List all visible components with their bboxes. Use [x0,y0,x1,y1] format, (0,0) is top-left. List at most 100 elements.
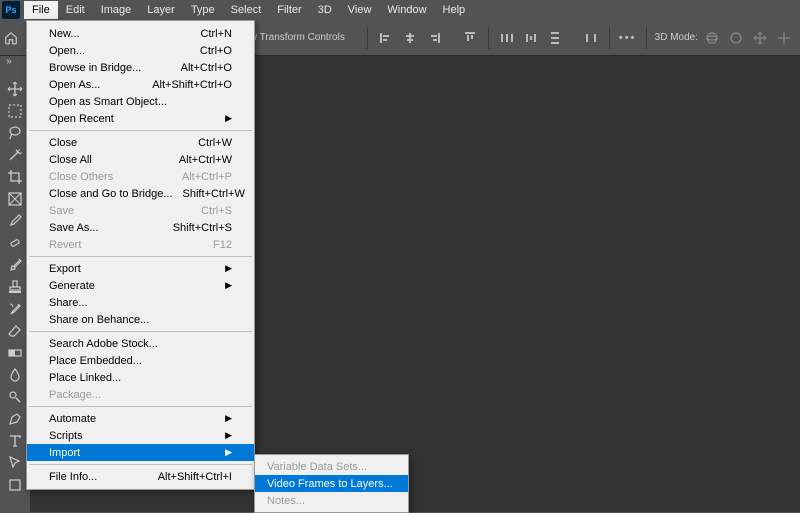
separator [29,464,252,465]
heal-tool-icon[interactable] [1,232,29,254]
menu-item-new[interactable]: New... Ctrl+N [27,25,254,42]
crop-tool-icon[interactable] [1,166,29,188]
menu-type[interactable]: Type [183,1,223,19]
menu-item-label: Save As... [49,222,163,234]
menu-item-label: Close and Go to Bridge... [49,188,173,200]
menu-image[interactable]: Image [93,1,140,19]
submenu-arrow-icon: ▶ [225,280,232,291]
menu-item-label: Save [49,205,191,217]
pen-tool-icon[interactable] [1,408,29,430]
menu-edit[interactable]: Edit [58,1,93,19]
app-icon: Ps [2,1,20,19]
menu-item-label: New... [49,28,191,40]
menu-item-place-embedded[interactable]: Place Embedded... [27,352,254,369]
align-left-icon[interactable] [376,28,396,48]
move-tool-icon[interactable] [1,78,29,100]
3d-mode-label: 3D Mode: [655,32,698,43]
align-top-icon[interactable] [460,28,480,48]
menu-item-export[interactable]: Export▶ [27,260,254,277]
menu-item-automate[interactable]: Automate▶ [27,410,254,427]
eraser-tool-icon[interactable] [1,320,29,342]
menu-item-save: Save Ctrl+S [27,202,254,219]
gradient-tool-icon[interactable] [1,342,29,364]
lasso-tool-icon[interactable] [1,122,29,144]
submenu-arrow-icon: ▶ [225,263,232,274]
dodge-tool-icon[interactable] [1,386,29,408]
menu-item-label: File Info... [49,471,148,483]
menu-item-label: Close [49,137,188,149]
shortcut-label: Alt+Shift+Ctrl+O [152,79,232,91]
menu-item-share-on-behance[interactable]: Share on Behance... [27,311,254,328]
distribute-spacing-icon[interactable] [581,28,601,48]
brush-tool-icon[interactable] [1,254,29,276]
menu-item-open-as-smart-object[interactable]: Open as Smart Object... [27,93,254,110]
eyedropper-tool-icon[interactable] [1,210,29,232]
menu-item-close-and-go-to-bridge[interactable]: Close and Go to Bridge...Shift+Ctrl+W [27,185,254,202]
menu-file[interactable]: File [24,1,58,19]
menu-item-scripts[interactable]: Scripts▶ [27,427,254,444]
menu-item-label: Place Embedded... [49,355,232,367]
marquee-tool-icon[interactable] [1,100,29,122]
shortcut-label: Alt+Ctrl+P [182,171,232,183]
menu-item-package: Package... [27,386,254,403]
submenu-item-variable-data-sets: Variable Data Sets... [255,458,408,475]
menu-item-label: Share on Behance... [49,314,232,326]
distribute-h-icon[interactable] [497,28,517,48]
wand-tool-icon[interactable] [1,144,29,166]
menu-window[interactable]: Window [379,1,434,19]
separator [29,331,252,332]
menu-3d[interactable]: 3D [310,1,340,19]
blur-tool-icon[interactable] [1,364,29,386]
3d-slide-icon[interactable] [774,28,794,48]
menu-item-open-recent[interactable]: Open Recent▶ [27,110,254,127]
menu-item-browse-in-bridge[interactable]: Browse in Bridge...Alt+Ctrl+O [27,59,254,76]
frame-tool-icon[interactable] [1,188,29,210]
separator [29,406,252,407]
menu-item-search-adobe-stock[interactable]: Search Adobe Stock... [27,335,254,352]
menu-filter[interactable]: Filter [269,1,309,19]
menu-layer[interactable]: Layer [139,1,183,19]
submenu-arrow-icon: ▶ [225,113,232,124]
menu-item-place-linked[interactable]: Place Linked... [27,369,254,386]
menu-item-label: Automate [49,413,217,425]
history-brush-icon[interactable] [1,298,29,320]
distribute-v-icon[interactable] [545,28,565,48]
menu-item-generate[interactable]: Generate ▶ [27,277,254,294]
menu-item-import[interactable]: Import ▶ [27,444,254,461]
3d-orbit-icon[interactable] [702,28,722,48]
menu-item-label: Revert [49,239,203,251]
distribute-center-icon[interactable] [521,28,541,48]
3d-rotate-icon[interactable] [726,28,746,48]
shape-tool-icon[interactable] [1,474,29,496]
align-center-h-icon[interactable] [400,28,420,48]
menu-view[interactable]: View [340,1,380,19]
type-tool-icon[interactable] [1,430,29,452]
menu-item-share[interactable]: Share... [27,294,254,311]
menu-item-file-info[interactable]: File Info...Alt+Shift+Ctrl+I [27,468,254,485]
shortcut-label: Ctrl+S [201,205,232,217]
menu-item-close-all[interactable]: Close AllAlt+Ctrl+W [27,151,254,168]
menu-item-open-as[interactable]: Open As...Alt+Shift+Ctrl+O [27,76,254,93]
shortcut-label: Ctrl+N [201,28,232,40]
menu-item-save-as[interactable]: Save As... Shift+Ctrl+S [27,219,254,236]
shortcut-label: Shift+Ctrl+S [173,222,232,234]
menu-item-label: Browse in Bridge... [49,62,171,74]
menu-select[interactable]: Select [223,1,270,19]
menu-item-label: Package... [49,389,232,401]
home-icon[interactable] [2,29,20,47]
menu-item-label: Import [49,447,217,459]
align-right-icon[interactable] [424,28,444,48]
menu-item-label: Search Adobe Stock... [49,338,232,350]
3d-pan-icon[interactable] [750,28,770,48]
menu-item-close[interactable]: CloseCtrl+W [27,134,254,151]
stamp-tool-icon[interactable] [1,276,29,298]
menu-help[interactable]: Help [435,1,474,19]
menu-item-label: Generate [49,280,217,292]
submenu-arrow-icon: ▶ [225,447,232,458]
menu-item-open[interactable]: Open...Ctrl+O [27,42,254,59]
submenu-item-video-frames-to-layers[interactable]: Video Frames to Layers... [255,475,408,492]
shortcut-label: Alt+Ctrl+W [179,154,232,166]
more-options-icon[interactable]: ••• [618,28,638,48]
path-select-tool-icon[interactable] [1,452,29,474]
divider [367,27,368,49]
